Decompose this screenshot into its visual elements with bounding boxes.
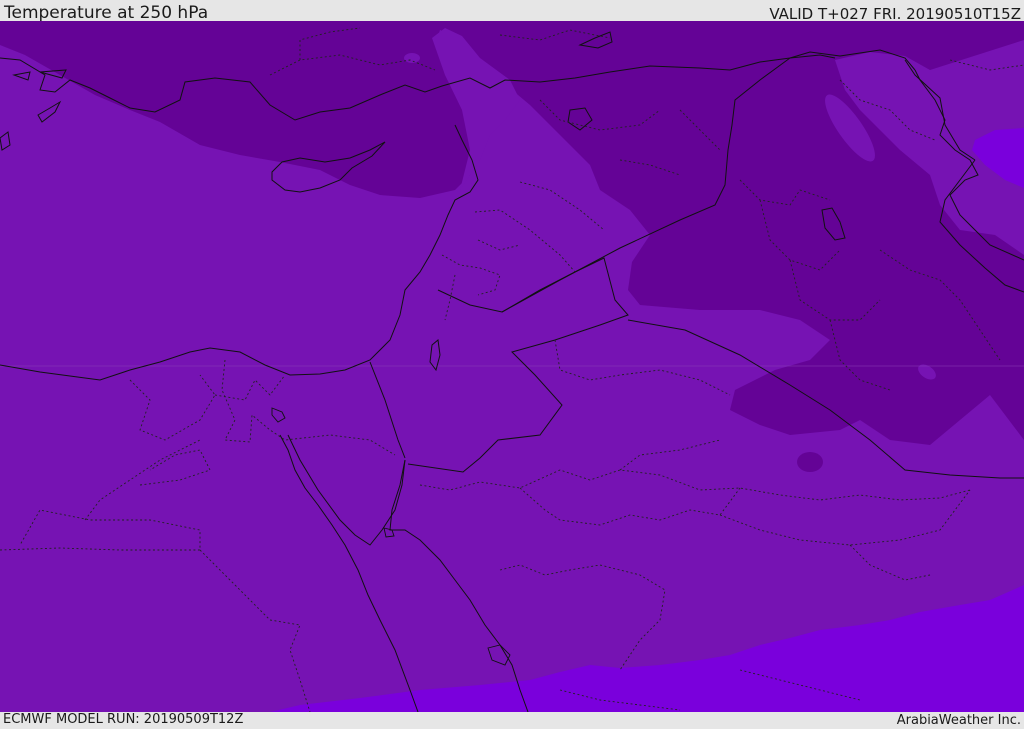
map-view[interactable]	[0, 21, 1024, 712]
temperature-map[interactable]	[0, 21, 1024, 712]
map-title: Temperature at 250 hPa	[4, 3, 209, 23]
temperature-field-cold-spot	[797, 452, 823, 472]
model-run-label: ECMWF MODEL RUN: 20190509T12Z	[3, 712, 244, 727]
temperature-field-patch-lake	[404, 53, 420, 63]
header-bar: Temperature at 250 hPa VALID T+027 FRI. …	[0, 0, 1024, 23]
footer-bar: ECMWF MODEL RUN: 20190509T12Z ArabiaWeat…	[0, 712, 1024, 729]
credit-label: ArabiaWeather Inc.	[896, 713, 1021, 728]
